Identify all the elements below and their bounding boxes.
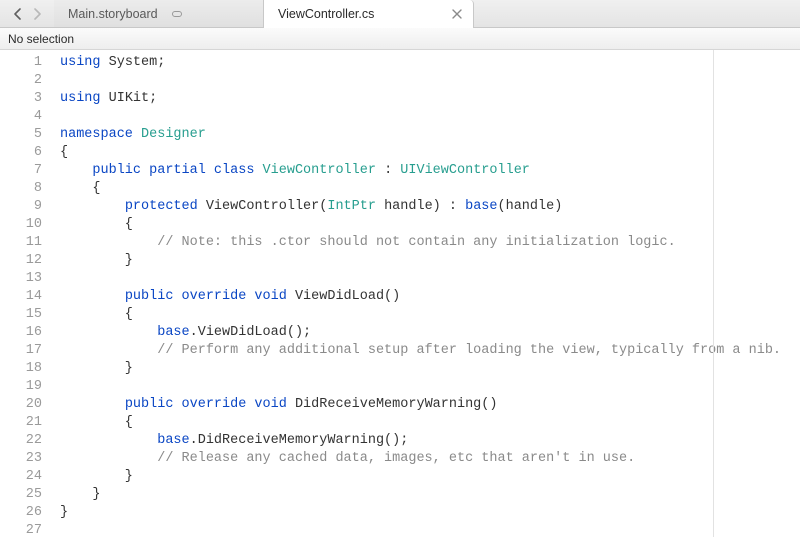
- chevron-right-icon: [33, 8, 42, 20]
- ruler-line: [713, 50, 714, 537]
- forward-button[interactable]: [30, 7, 44, 21]
- selection-text: No selection: [8, 32, 74, 46]
- chevron-left-icon: [13, 8, 22, 20]
- tab-bar: Main.storyboard ViewController.cs: [0, 0, 800, 28]
- tab-label: Main.storyboard: [68, 7, 158, 21]
- nav-arrows: [0, 0, 54, 27]
- back-button[interactable]: [10, 7, 24, 21]
- line-gutter: 1 2 3 4 5 6 7 8 9 10 11 12 13 14 15 16 1…: [0, 50, 52, 537]
- code-editor[interactable]: 1 2 3 4 5 6 7 8 9 10 11 12 13 14 15 16 1…: [0, 50, 800, 537]
- tab-label: ViewController.cs: [278, 7, 374, 21]
- tab-main-storyboard[interactable]: Main.storyboard: [54, 0, 264, 27]
- selection-bar[interactable]: No selection: [0, 28, 800, 50]
- tab-close-button[interactable]: [451, 8, 463, 20]
- pill-icon: [172, 11, 182, 17]
- close-icon: [452, 9, 462, 19]
- tab-viewcontroller[interactable]: ViewController.cs: [264, 0, 474, 27]
- code-content[interactable]: using System; using UIKit; namespace Des…: [52, 50, 781, 537]
